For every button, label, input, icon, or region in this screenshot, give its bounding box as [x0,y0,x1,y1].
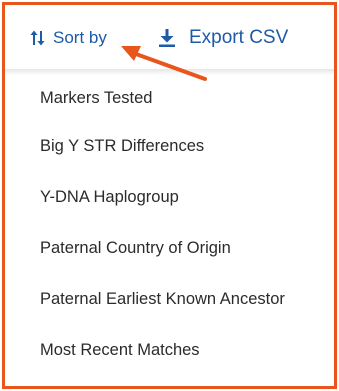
export-csv-button[interactable]: Export CSV [158,23,288,53]
menu-item-label: Markers Tested [40,88,153,107]
menu-item-label: Most Recent Matches [40,341,200,359]
menu-item-label: Paternal Country of Origin [40,239,231,257]
toolbar: Sort by Export CSV [5,5,334,69]
menu-item-label: Y-DNA Haplogroup [40,188,179,206]
menu-item-markers-tested[interactable]: Markers Tested [5,75,334,121]
menu-item-paternal-country-of-origin[interactable]: Paternal Country of Origin [5,223,334,274]
menu-item-label: Paternal Earliest Known Ancestor [40,290,285,308]
highlight-frame: Sort by Export CSV Markers Tested Big Y … [2,2,337,389]
download-icon [158,28,176,48]
menu-item-label: Big Y STR Differences [40,137,205,155]
sort-by-button[interactable]: Sort by [30,23,107,53]
sort-menu: Markers Tested Big Y STR Differences Y-D… [5,75,334,376]
export-csv-label: Export CSV [189,27,289,48]
menu-item-y-dna-haplogroup[interactable]: Y-DNA Haplogroup [5,172,334,223]
menu-item-most-recent-matches[interactable]: Most Recent Matches [5,325,334,376]
menu-item-paternal-earliest-known-ancestor[interactable]: Paternal Earliest Known Ancestor [5,274,334,325]
sort-arrows-icon [30,29,46,47]
menu-item-big-y-str-differences[interactable]: Big Y STR Differences [5,121,334,172]
sort-by-label: Sort by [53,28,107,47]
